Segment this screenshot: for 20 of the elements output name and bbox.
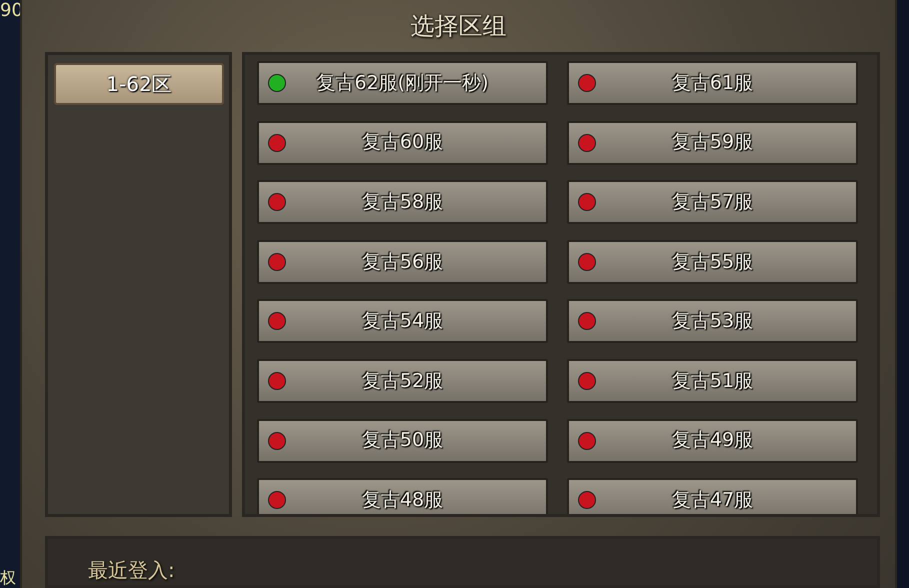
server-button[interactable]: 复古53服 — [567, 299, 858, 344]
server-button[interactable]: 复古62服(刚开一秒) — [257, 61, 548, 106]
server-button[interactable]: 复古56服 — [257, 240, 548, 284]
server-button[interactable]: 复古55服 — [567, 240, 858, 284]
server-button[interactable]: 复古57服 — [567, 180, 858, 224]
recent-login-label: 最近登入: — [88, 558, 175, 582]
server-button[interactable]: 复古47服 — [567, 478, 858, 514]
server-button[interactable]: 复古58服 — [257, 180, 548, 224]
server-button[interactable]: 复古60服 — [257, 120, 548, 165]
server-button[interactable]: 复古51服 — [567, 359, 858, 404]
server-button[interactable]: 复古52服 — [257, 359, 548, 404]
server-button[interactable]: 复古59服 — [567, 120, 858, 165]
server-button[interactable]: 复古61服 — [567, 61, 858, 106]
window-title: 选择区组 — [410, 11, 506, 42]
zone-tab[interactable]: 1-62区 — [54, 63, 224, 106]
edge-text: 权 — [0, 570, 17, 586]
server-button[interactable]: 复古49服 — [567, 418, 858, 463]
server-button[interactable]: 复古54服 — [257, 299, 548, 344]
server-button[interactable]: 复古48服 — [257, 478, 548, 514]
server-button[interactable]: 复古50服 — [257, 418, 548, 463]
